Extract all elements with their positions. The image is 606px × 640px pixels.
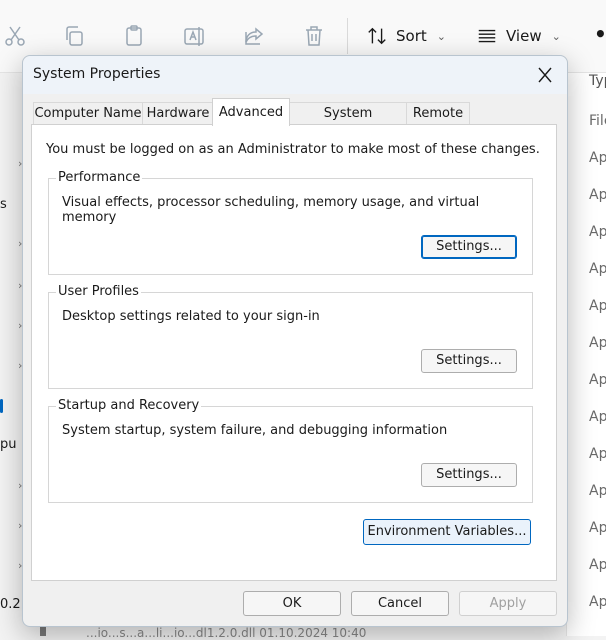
copy-icon[interactable] — [62, 24, 86, 48]
nav-item-fragment[interactable]: pu — [0, 437, 17, 452]
group-label: Startup and Recovery — [56, 398, 202, 413]
dialog-title: System Properties — [33, 66, 161, 82]
close-icon[interactable] — [533, 64, 557, 86]
tab-hardware[interactable]: Hardware — [142, 102, 214, 125]
startup-recovery-settings-button[interactable]: Settings... — [421, 463, 517, 487]
environment-variables-button[interactable]: Environment Variables... — [363, 519, 531, 545]
share-icon[interactable] — [242, 24, 266, 48]
column-header-type[interactable]: Typ — [589, 73, 606, 89]
apply-button[interactable]: Apply — [459, 591, 557, 616]
user-profiles-group: User Profiles Desktop settings related t… — [48, 284, 533, 389]
performance-group: Performance Visual effects, processor sc… — [48, 170, 533, 275]
list-item[interactable]: Ap — [589, 335, 606, 351]
cancel-button[interactable]: Cancel — [351, 591, 449, 616]
view-button[interactable]: View ⌄ — [476, 20, 561, 52]
tab-remote[interactable]: Remote — [406, 102, 470, 125]
list-item[interactable]: Ap — [589, 483, 606, 499]
list-item[interactable]: File — [589, 113, 606, 129]
tab-advanced[interactable]: Advanced — [212, 98, 290, 126]
list-item[interactable]: Ap — [589, 187, 606, 203]
admin-notice: You must be logged on as an Administrato… — [46, 142, 540, 157]
nav-item-fragment[interactable]: s — [0, 197, 7, 212]
group-label: Performance — [56, 170, 143, 185]
view-label: View — [506, 27, 542, 45]
delete-icon[interactable] — [302, 24, 326, 48]
user-profiles-settings-button[interactable]: Settings... — [421, 349, 517, 373]
group-description: Visual effects, processor scheduling, me… — [62, 195, 480, 225]
dialog-titlebar[interactable]: System Properties — [23, 56, 567, 94]
list-item[interactable]: Ap — [589, 372, 606, 388]
nav-item-fragment[interactable]: 0.2 — [0, 597, 21, 612]
toolbar-divider — [347, 18, 348, 54]
group-description: Desktop settings related to your sign-in — [62, 309, 320, 324]
more-options-icon[interactable]: •• — [594, 22, 606, 46]
group-description: System startup, system failure, and debu… — [62, 423, 448, 438]
file-list-type-column: Typ File Ap Ap Ap Ap Ap Ap Ap Ap Ap Ap A… — [566, 73, 606, 636]
sort-label: Sort — [396, 27, 427, 45]
system-properties-dialog: System Properties Computer Name Hardware… — [22, 55, 568, 627]
performance-settings-button[interactable]: Settings... — [421, 235, 517, 259]
file-row-partial[interactable]: ...io...s...a...li...io...dl1.2.0.dll 01… — [86, 626, 366, 640]
tab-system-protection[interactable]: System Protection — [289, 102, 407, 143]
list-item[interactable]: Ap — [589, 224, 606, 240]
list-item[interactable]: Ap — [589, 520, 606, 536]
rename-icon[interactable] — [182, 24, 206, 48]
sort-icon — [368, 27, 386, 45]
group-label: User Profiles — [56, 284, 141, 299]
view-icon — [478, 29, 496, 43]
list-item[interactable]: Ap — [589, 298, 606, 314]
list-item[interactable]: Ap — [589, 261, 606, 277]
startup-recovery-group: Startup and Recovery System startup, sys… — [48, 398, 533, 503]
chevron-down-icon: ⌄ — [551, 29, 561, 43]
cut-icon[interactable] — [3, 24, 27, 48]
paste-icon[interactable] — [122, 24, 146, 48]
list-item[interactable]: Ap — [589, 446, 606, 462]
list-item[interactable]: Ap — [589, 150, 606, 166]
sort-button[interactable]: Sort ⌄ — [366, 20, 446, 52]
selection-indicator — [0, 399, 3, 413]
ok-button[interactable]: OK — [243, 591, 341, 616]
tab-computer-name[interactable]: Computer Name — [33, 102, 143, 125]
list-item[interactable]: Ap — [589, 594, 606, 610]
chevron-down-icon: ⌄ — [436, 29, 446, 43]
list-item[interactable]: Ap — [589, 409, 606, 425]
list-item[interactable]: Ap — [589, 557, 606, 573]
